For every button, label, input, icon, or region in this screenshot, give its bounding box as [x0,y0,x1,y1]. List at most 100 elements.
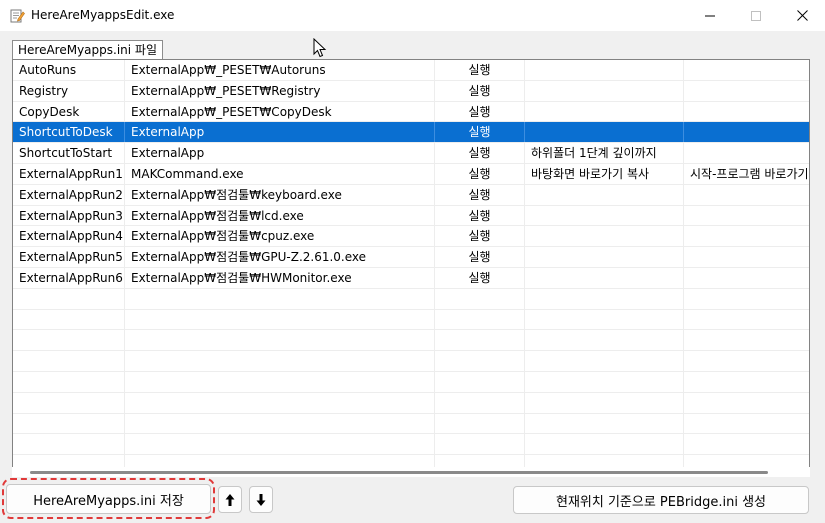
table-cell[interactable] [125,413,435,434]
table-row-empty[interactable] [13,371,809,393]
table-cell[interactable]: ExternalAppRun5 [13,247,125,268]
table-row-empty[interactable] [13,351,809,372]
table-cell[interactable] [525,434,684,455]
table-cell[interactable] [684,226,809,246]
table-cell[interactable]: 바탕화면 바로가기 복사 [525,163,684,184]
table-cell[interactable]: 실행 [435,184,525,205]
table-cell[interactable] [13,434,125,455]
generate-pebridge-button[interactable]: 현재위치 기준으로 PEBridge.ini 생성 [513,486,809,514]
table-row[interactable]: ExternalAppRun5 ExternalApp₩점검툴₩GPU-Z.2.6… [13,247,809,268]
table-cell[interactable] [435,371,525,392]
scrollbar-thumb[interactable] [30,471,768,474]
table-cell[interactable]: ExternalAppRun1 [13,163,125,184]
table-cell[interactable]: ExternalAppRun3 [13,205,125,226]
table-cell[interactable]: ExternalApp₩점검툴₩HWMonitor.exe [125,267,435,288]
table-row-empty[interactable] [13,413,809,435]
table-cell[interactable] [684,102,809,122]
table-cell[interactable] [125,434,435,455]
table-cell[interactable] [13,288,125,309]
table-cell[interactable] [684,268,809,288]
table-cell[interactable] [525,371,684,392]
table-cell[interactable] [525,413,684,434]
table-cell[interactable]: ExternalApp₩점검툴₩keyboard.exe [125,184,435,205]
table-cell[interactable] [684,434,809,454]
table-row[interactable]: ShortcutToDesk ExternalApp 실행 [13,122,809,144]
table-cell[interactable] [13,309,125,330]
table-cell[interactable] [435,309,525,330]
table-cell[interactable]: 실행 [435,226,525,247]
table-row[interactable]: ExternalAppRun6 ExternalApp₩점검툴₩HWMonitor… [13,267,809,289]
table-cell[interactable] [684,372,809,392]
table-cell[interactable] [525,267,684,288]
table-cell[interactable]: 실행 [435,143,525,164]
move-down-button[interactable] [249,486,273,513]
table-cell[interactable] [125,309,435,330]
save-ini-button[interactable]: HereAreMyapps.ini 저장 [6,484,211,514]
table-row[interactable]: ExternalAppRun2 ExternalApp₩점검툴₩keyboard.… [13,184,809,206]
table-cell[interactable] [525,351,684,372]
table-cell[interactable]: ExternalApp₩_PESET₩Registry [125,80,435,101]
table-cell[interactable]: MAKCommand.exe [125,163,435,184]
table-row[interactable]: CopyDesk ExternalApp₩_PESET₩CopyDesk 실행 [13,101,809,123]
table-cell[interactable] [13,371,125,392]
table-row-empty[interactable] [13,434,809,456]
table-cell[interactable] [684,185,809,205]
horizontal-scrollbar[interactable] [12,467,810,477]
table-cell[interactable] [525,309,684,330]
move-up-button[interactable] [218,486,242,513]
minimize-button[interactable] [687,0,733,31]
table-cell[interactable] [435,351,525,372]
table-cell[interactable]: 실행 [435,163,525,184]
table-cell[interactable] [525,122,684,143]
table-cell[interactable] [684,330,809,350]
table-row-empty[interactable] [13,330,809,352]
table-cell[interactable] [435,413,525,434]
table-cell[interactable] [525,60,684,80]
tab-ini-file[interactable]: HereAreMyapps.ini 파일 [12,40,163,60]
table-cell[interactable]: ExternalApp₩_PESET₩CopyDesk [125,101,435,122]
table-cell[interactable] [13,351,125,372]
table-row-empty[interactable] [13,309,809,331]
table-row[interactable]: AutoRuns ExternalApp₩_PESET₩Autoruns 실행 [13,60,809,81]
table-cell[interactable]: 실행 [435,247,525,268]
close-button[interactable] [779,0,825,31]
table-cell[interactable] [684,247,809,267]
table-cell[interactable]: ExternalApp₩점검툴₩lcd.exe [125,205,435,226]
table-cell[interactable] [435,392,525,413]
table-cell[interactable] [684,81,809,101]
table-cell[interactable]: ExternalAppRun6 [13,267,125,288]
table-cell[interactable] [13,392,125,413]
table-cell[interactable] [125,371,435,392]
table-cell[interactable] [125,288,435,309]
table-cell[interactable]: 실행 [435,267,525,288]
table-cell[interactable] [435,330,525,351]
table-cell[interactable] [525,226,684,247]
table-cell[interactable]: ShortcutToStart [13,143,125,164]
table-cell[interactable] [684,393,809,413]
table-cell[interactable] [125,351,435,372]
table-cell[interactable]: 시작-프로그램 바로가기 [684,164,809,184]
table-cell[interactable]: 실행 [435,80,525,101]
table-cell[interactable] [684,414,809,434]
table-cell[interactable]: ShortcutToDesk [13,122,125,143]
table-cell[interactable] [125,330,435,351]
table-cell[interactable]: 실행 [435,101,525,122]
table-cell[interactable] [684,143,809,163]
table-cell[interactable] [525,392,684,413]
maximize-button[interactable] [733,0,779,31]
table-row[interactable]: ShortcutToStart ExternalApp 실행 하위폴더 1단계 깊이까… [13,143,809,164]
table-cell[interactable] [684,351,809,371]
table-row[interactable]: ExternalAppRun3 ExternalApp₩점검툴₩lcd.exe 실행 [13,205,809,227]
table-cell[interactable] [13,413,125,434]
table-cell[interactable] [684,206,809,226]
table-cell[interactable]: ExternalApp₩점검툴₩cpuz.exe [125,226,435,247]
table-cell[interactable]: ExternalApp₩_PESET₩Autoruns [125,60,435,80]
table-cell[interactable]: ExternalAppRun4 [13,226,125,247]
table-cell[interactable] [525,288,684,309]
table-cell[interactable] [684,122,809,142]
table-row-empty[interactable] [13,288,809,310]
table-cell[interactable] [684,289,809,309]
table-cell[interactable] [435,288,525,309]
table-row-empty[interactable] [13,392,809,414]
table-cell[interactable] [125,392,435,413]
